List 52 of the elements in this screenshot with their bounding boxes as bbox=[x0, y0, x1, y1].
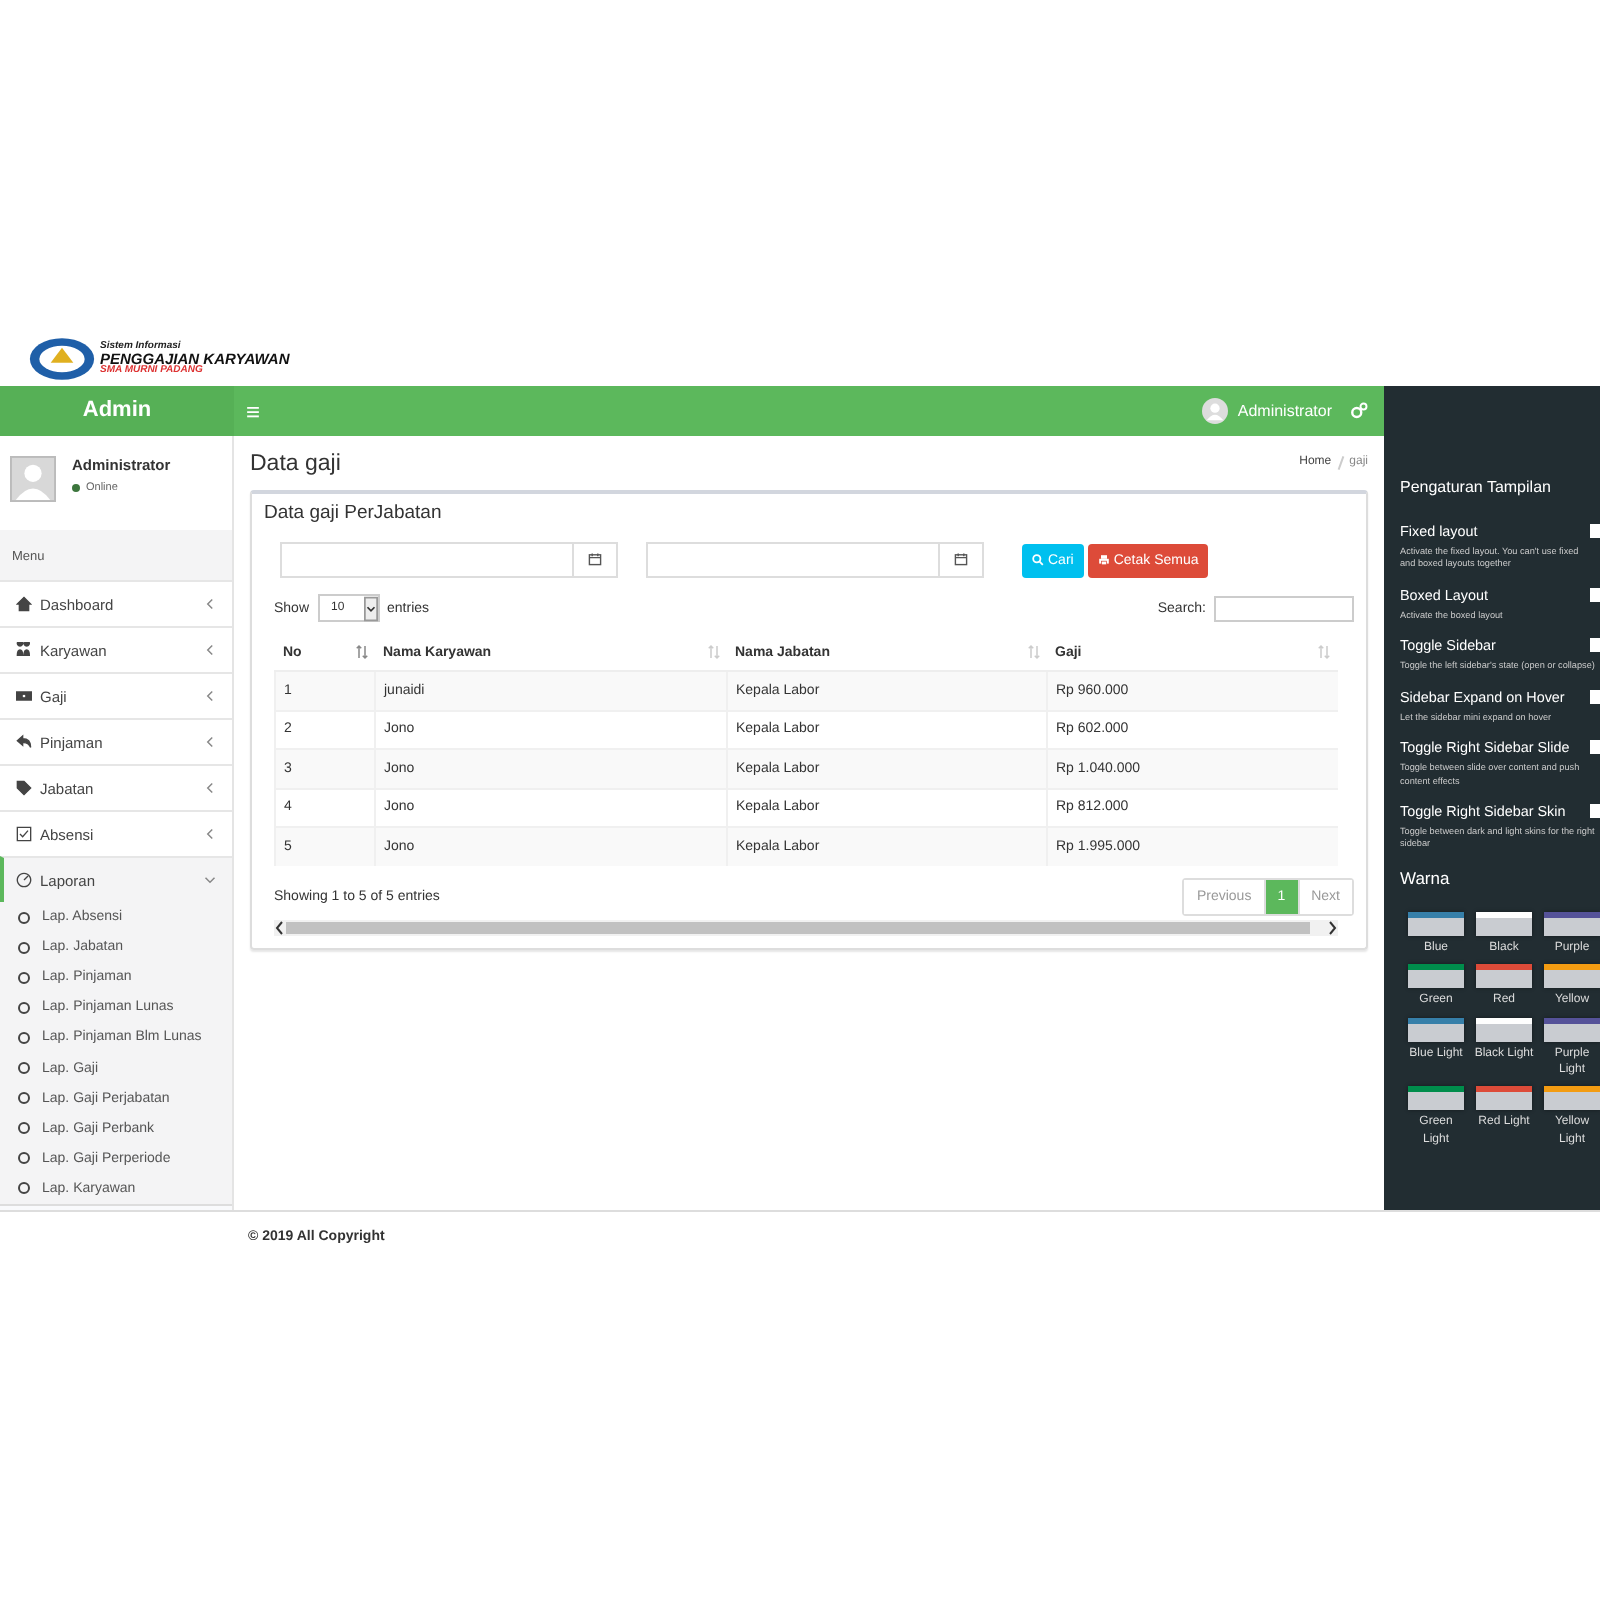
search-field[interactable] bbox=[1214, 595, 1354, 621]
date-field[interactable] bbox=[280, 542, 618, 578]
chevron-icon bbox=[204, 782, 216, 794]
printer-icon bbox=[1097, 554, 1110, 566]
page-title: Data gaji bbox=[250, 451, 343, 475]
scroll-left-icon[interactable] bbox=[274, 919, 286, 935]
panel-heading: Pengaturan Tampilan bbox=[1400, 478, 1553, 496]
skin-preview[interactable] bbox=[1544, 964, 1600, 989]
scroll-right-icon[interactable] bbox=[1326, 919, 1338, 935]
checkbox[interactable] bbox=[1590, 638, 1600, 653]
search-icon bbox=[1032, 554, 1044, 566]
status-dot-icon bbox=[72, 484, 80, 492]
date-field[interactable] bbox=[646, 542, 984, 578]
user-avatar-icon bbox=[10, 456, 56, 502]
checkbox[interactable] bbox=[1590, 803, 1600, 818]
user-avatar-icon bbox=[1201, 398, 1228, 424]
skin-preview[interactable] bbox=[1408, 1017, 1464, 1042]
panel-title: Data gaji PerJabatan bbox=[264, 502, 444, 524]
users-icon bbox=[16, 642, 32, 658]
chevron-icon bbox=[204, 874, 216, 886]
checkbox[interactable] bbox=[1590, 587, 1600, 602]
checkbox[interactable] bbox=[1590, 740, 1600, 755]
chevron-icon bbox=[204, 598, 216, 610]
chevron-icon bbox=[204, 690, 216, 702]
tags-icon bbox=[16, 780, 32, 796]
breadcrumb-separator bbox=[1337, 456, 1344, 470]
sort-icon bbox=[1027, 644, 1039, 660]
panel-heading: Warna bbox=[1400, 867, 1452, 888]
reply-icon bbox=[16, 734, 32, 750]
skin-preview[interactable] bbox=[1544, 1086, 1600, 1111]
calendar-icon bbox=[954, 552, 968, 566]
school-emblem-icon bbox=[28, 336, 96, 382]
skin-preview[interactable] bbox=[1544, 911, 1600, 936]
skin-preview[interactable] bbox=[1408, 1086, 1464, 1111]
checkbox[interactable] bbox=[1590, 524, 1600, 538]
horizontal-scrollbar[interactable] bbox=[274, 919, 1338, 935]
skin-preview[interactable] bbox=[1544, 1017, 1600, 1042]
home-icon bbox=[16, 596, 32, 612]
skin-preview[interactable] bbox=[1476, 964, 1532, 989]
money-icon bbox=[16, 688, 32, 704]
skin-preview[interactable] bbox=[1476, 1086, 1532, 1111]
skin-preview[interactable] bbox=[1408, 964, 1464, 989]
checkbox[interactable] bbox=[1590, 689, 1600, 704]
calendar-icon bbox=[588, 552, 602, 566]
sort-icon bbox=[355, 644, 367, 660]
check-icon bbox=[16, 826, 32, 842]
chevron-icon bbox=[204, 644, 216, 656]
chevron-icon bbox=[204, 736, 216, 748]
sort-icon bbox=[707, 644, 719, 660]
skin-preview[interactable] bbox=[1408, 911, 1464, 936]
chevron-icon bbox=[204, 828, 216, 840]
sort-icon bbox=[1318, 644, 1330, 660]
